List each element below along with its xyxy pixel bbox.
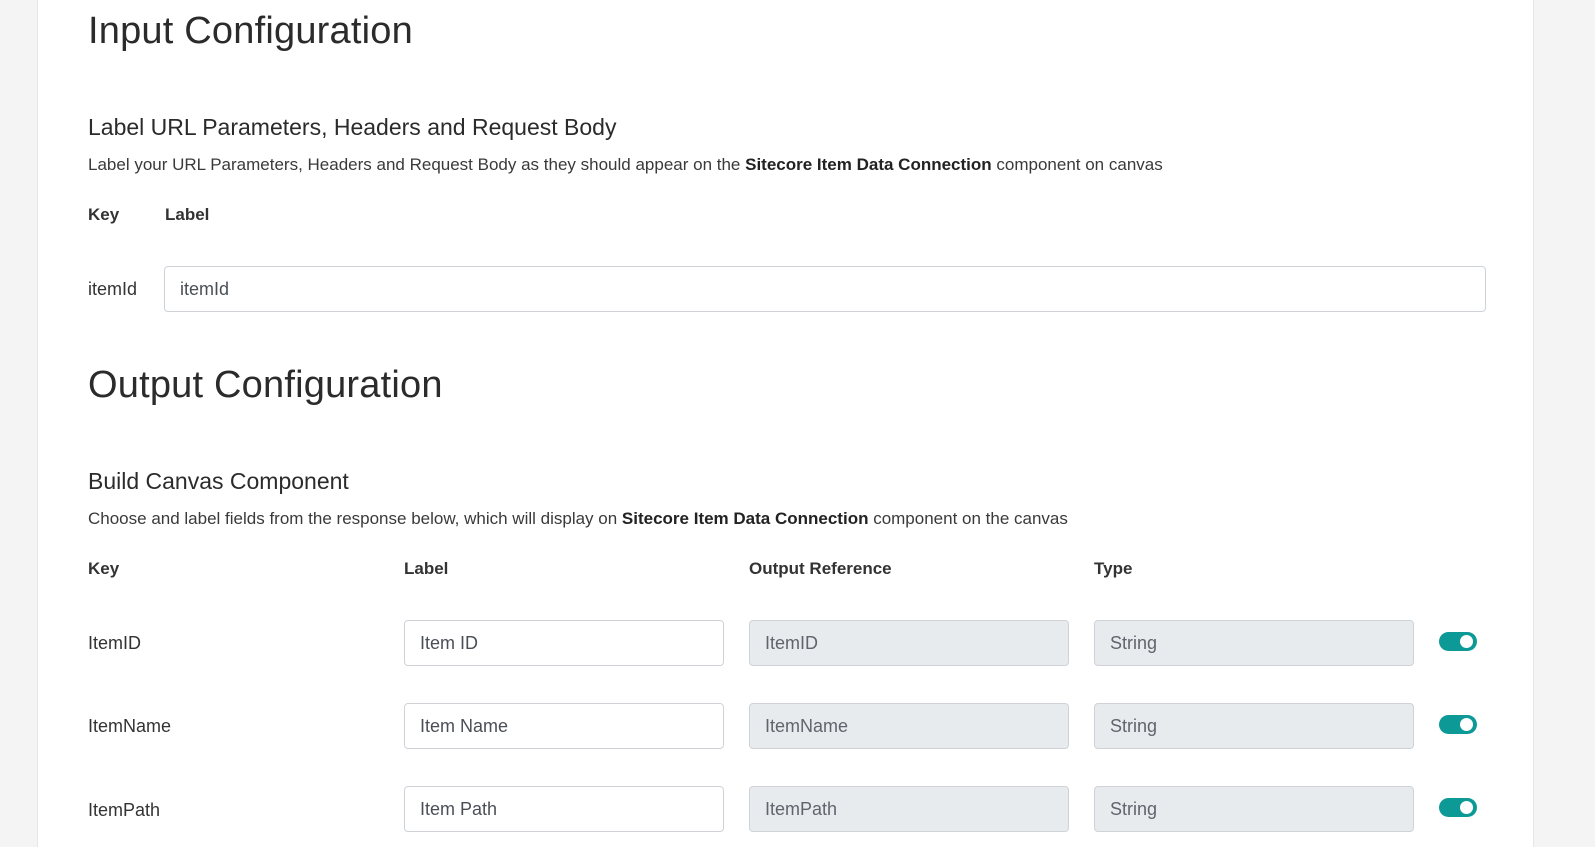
output-config-description: Choose and label fields from the respons… <box>88 509 1068 529</box>
output-row-enabled-toggle[interactable] <box>1439 632 1477 651</box>
output-row-type-field <box>1094 703 1414 749</box>
output-col-key: Key <box>88 559 120 578</box>
output-row-enabled-toggle[interactable] <box>1439 715 1477 734</box>
output-row-reference-field <box>749 786 1069 832</box>
output-row-label-field[interactable] <box>404 703 724 749</box>
output-row-type-field <box>1094 786 1414 832</box>
output-row-label-field[interactable] <box>404 786 724 832</box>
output-row-type-field <box>1094 620 1414 666</box>
output-row-reference-field <box>749 703 1069 749</box>
output-row-key: ItemName <box>88 716 172 736</box>
output-row-label-field[interactable] <box>404 620 724 666</box>
input-row-key: itemId <box>88 279 138 299</box>
component-name: Sitecore Item Data Connection <box>621 509 869 528</box>
desc-text: component on the canvas <box>868 509 1068 528</box>
input-col-label: Label <box>165 205 210 224</box>
output-config-subtitle: Build Canvas Component <box>88 468 349 494</box>
desc-text: Label your URL Parameters, Headers and R… <box>88 155 746 174</box>
input-config-title: Input Configuration <box>88 10 413 52</box>
component-name: Sitecore Item Data Connection <box>745 155 992 174</box>
output-col-output-reference: Output Reference <box>749 559 892 578</box>
toggle-knob <box>1460 635 1473 648</box>
input-config-subtitle: Label URL Parameters, Headers and Reques… <box>88 114 617 140</box>
configuration-panel: Input Configuration Label URL Parameters… <box>37 0 1534 847</box>
output-row-key: ItemID <box>88 633 142 653</box>
toggle-knob <box>1460 801 1473 814</box>
input-col-key: Key <box>88 205 120 224</box>
output-col-label: Label <box>404 559 449 578</box>
output-config-title: Output Configuration <box>88 364 443 406</box>
desc-text: component on canvas <box>991 155 1163 174</box>
toggle-knob <box>1460 718 1473 731</box>
output-col-type: Type <box>1094 559 1133 578</box>
input-config-description: Label your URL Parameters, Headers and R… <box>88 155 1163 175</box>
output-row-reference-field <box>749 620 1069 666</box>
input-row-label-field[interactable] <box>164 266 1486 312</box>
desc-text: Choose and label fields from the respons… <box>88 509 622 528</box>
output-row-enabled-toggle[interactable] <box>1439 798 1477 817</box>
output-row-key: ItemPath <box>88 800 161 820</box>
